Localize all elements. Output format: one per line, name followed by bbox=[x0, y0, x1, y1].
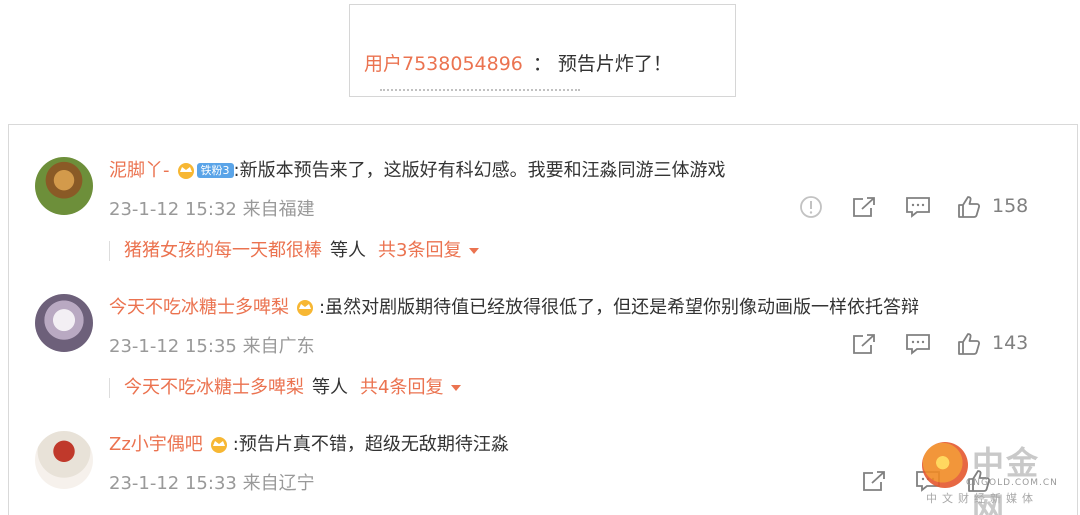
reply-etc: 等人 bbox=[330, 240, 366, 261]
like-icon[interactable] bbox=[957, 195, 981, 219]
avatar[interactable] bbox=[35, 157, 93, 215]
watermark-subtitle: 中文财经新媒体 bbox=[926, 492, 1038, 505]
avatar[interactable] bbox=[35, 431, 93, 489]
comment-header: 今天不吃冰糖士多啤梨 :虽然对剧版期待值已经放得很低了，但还是希望你别像动画版一样… bbox=[109, 296, 919, 320]
comment-meta: 23-1-12 15:32 来自福建 bbox=[109, 199, 315, 220]
comment-meta: 23-1-12 15:33 来自辽宁 bbox=[109, 473, 315, 494]
report-icon[interactable] bbox=[799, 195, 823, 219]
reply-summary[interactable]: 今天不吃冰糖士多啤梨 等人 共4条回复 bbox=[109, 377, 462, 398]
comments-panel: 泥脚丫- 铁粉3:新版本预告来了，这版好有科幻感。我要和汪淼同游三体游戏 23-1… bbox=[8, 124, 1078, 515]
comment-header: 泥脚丫- 铁粉3:新版本预告来了，这版好有科幻感。我要和汪淼同游三体游戏 bbox=[109, 159, 726, 183]
caret-down-icon[interactable] bbox=[451, 385, 462, 391]
reply-count[interactable]: 共4条回复 bbox=[360, 377, 443, 398]
share-icon[interactable] bbox=[851, 195, 877, 219]
watermark-domain: CNGOLD.COM.CN bbox=[966, 478, 1058, 488]
avatar[interactable] bbox=[35, 294, 93, 352]
share-icon[interactable] bbox=[851, 332, 877, 356]
comment-actions: 158 bbox=[799, 195, 1059, 219]
share-icon[interactable] bbox=[861, 469, 887, 493]
comment-username[interactable]: 泥脚丫- bbox=[109, 160, 170, 181]
like-icon[interactable] bbox=[957, 332, 981, 356]
quoted-comment: 用户7538054896 ：预告片炸了！ bbox=[364, 49, 672, 76]
comment-meta: 23-1-12 15:35 来自广东 bbox=[109, 336, 315, 357]
fan-badge: 铁粉3 bbox=[196, 163, 234, 178]
reply-etc: 等人 bbox=[312, 377, 348, 398]
like-count: 143 bbox=[992, 332, 1029, 354]
quoted-message: 预告片炸了！ bbox=[557, 53, 672, 75]
comment-text: :新版本预告来了，这版好有科幻感。我要和汪淼同游三体游戏 bbox=[233, 160, 726, 181]
crown-icon bbox=[177, 163, 194, 179]
comment-actions: 143 bbox=[799, 332, 1059, 356]
crown-icon bbox=[210, 437, 227, 453]
quoted-username[interactable]: 用户7538054896 bbox=[364, 53, 523, 75]
quoted-comment-card: 用户7538054896 ：预告片炸了！ bbox=[349, 4, 736, 97]
quoted-separator: ： bbox=[532, 53, 552, 75]
comment-icon[interactable] bbox=[905, 332, 931, 356]
watermark: 中金网 CNGOLD.COM.CN 中文财经新媒体 bbox=[922, 440, 1072, 515]
reply-username[interactable]: 今天不吃冰糖士多啤梨 bbox=[124, 377, 304, 398]
like-count: 158 bbox=[992, 195, 1029, 217]
comment-text: :预告片真不错，超级无敌期待汪淼 bbox=[232, 434, 509, 455]
reply-count[interactable]: 共3条回复 bbox=[378, 240, 461, 261]
comment-icon[interactable] bbox=[905, 195, 931, 219]
reply-summary[interactable]: 猪猪女孩的每一天都很棒 等人 共3条回复 bbox=[109, 240, 480, 261]
watermark-logo bbox=[922, 442, 968, 488]
caret-down-icon[interactable] bbox=[469, 248, 480, 254]
cropped-text-line bbox=[380, 89, 580, 95]
reply-username[interactable]: 猪猪女孩的每一天都很棒 bbox=[124, 240, 322, 261]
comment-username[interactable]: Zz小宇偶吧 bbox=[109, 434, 203, 455]
comment-header: Zz小宇偶吧 :预告片真不错，超级无敌期待汪淼 bbox=[109, 433, 509, 457]
comment-text: :虽然对剧版期待值已经放得很低了，但还是希望你别像动画版一样依托答辩 bbox=[319, 297, 920, 318]
crown-icon bbox=[297, 300, 313, 316]
comment-username[interactable]: 今天不吃冰糖士多啤梨 bbox=[109, 297, 289, 318]
